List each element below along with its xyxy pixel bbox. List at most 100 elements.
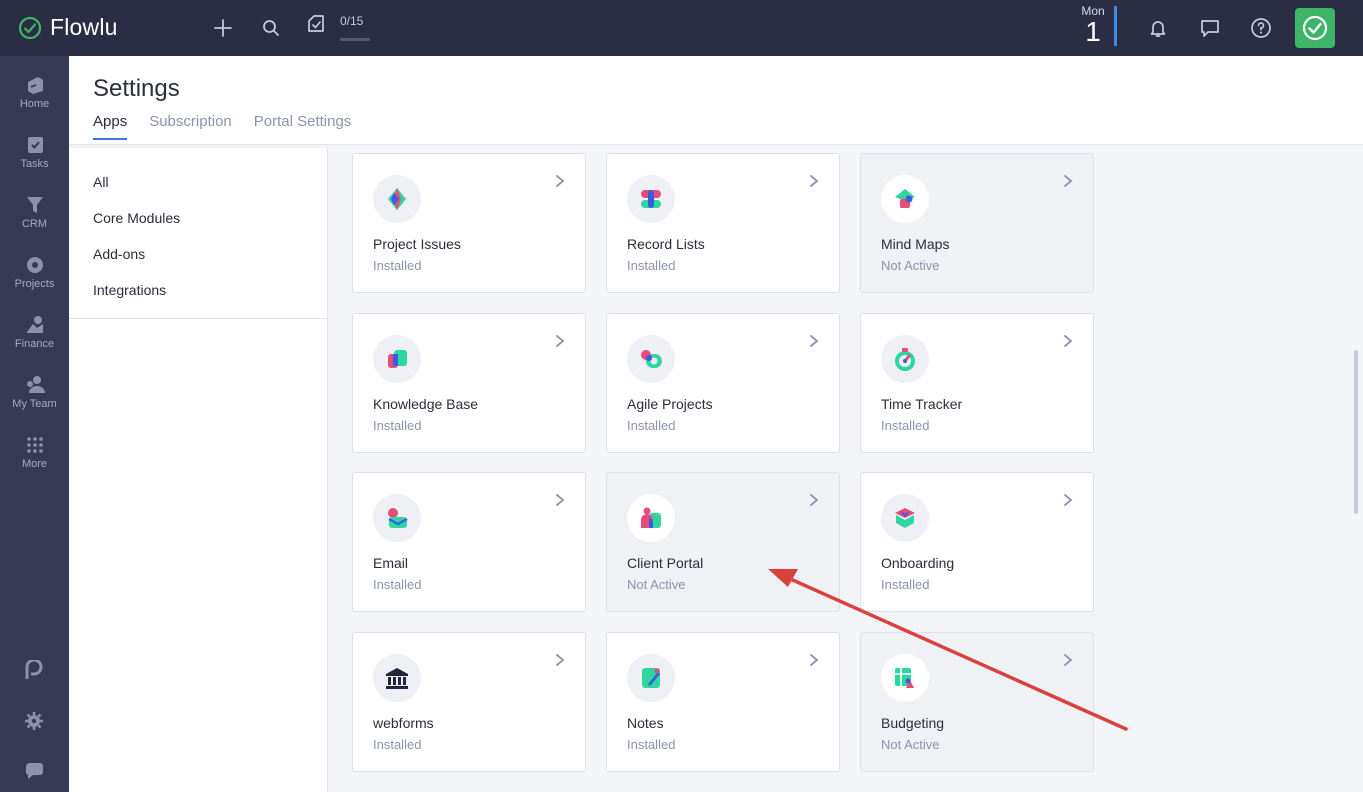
sidebar-item-label: Home	[19, 98, 50, 110]
onboarding-rocket-icon[interactable]	[304, 12, 328, 36]
main-scrollbar[interactable]	[1354, 350, 1358, 514]
top-bar: Flowlu 0/15 Mon 1	[0, 0, 1363, 56]
app-card-knowledge-base[interactable]: Knowledge Base Installed	[352, 313, 586, 453]
app-status: Not Active	[881, 737, 940, 752]
help-icon[interactable]	[1249, 16, 1273, 40]
client-portal-app-icon	[627, 494, 675, 542]
chevron-right-icon	[1064, 494, 1073, 506]
time-tracker-app-icon	[881, 335, 929, 383]
date-separator	[1114, 6, 1117, 46]
app-status: Installed	[373, 258, 422, 273]
app-card-client-portal[interactable]: Client Portal Not Active	[606, 472, 840, 612]
sidebar-item-label: Finance	[14, 338, 55, 350]
app-card-record-lists[interactable]: Record Lists Installed	[606, 153, 840, 293]
app-card-budgeting[interactable]: Budgeting Not Active	[860, 632, 1094, 772]
app-card-project-issues[interactable]: Project Issues Installed	[352, 153, 586, 293]
tab-subscription[interactable]: Subscription	[149, 113, 232, 140]
task-check-button[interactable]	[1295, 8, 1335, 48]
tab-apps[interactable]: Apps	[93, 113, 128, 140]
page-title: Settings	[93, 75, 180, 102]
record-lists-app-icon	[627, 175, 675, 223]
chevron-right-icon	[556, 654, 565, 666]
app-status: Not Active	[881, 258, 940, 273]
app-card-agile-projects[interactable]: Agile Projects Installed	[606, 313, 840, 453]
sidebar-item-more[interactable]: More	[0, 420, 69, 476]
notes-app-icon	[627, 654, 675, 702]
agile-projects-app-icon	[627, 335, 675, 383]
onboarding-progress[interactable]: 0/15	[340, 14, 370, 41]
app-name: webforms	[373, 715, 434, 731]
sidebar-item-label: Tasks	[20, 158, 49, 170]
app-name: Record Lists	[627, 236, 705, 252]
feedback-icon[interactable]	[23, 760, 45, 782]
tasks-icon	[27, 137, 43, 153]
filter-integrations[interactable]: Integrations	[93, 282, 166, 298]
app-name: Onboarding	[881, 555, 955, 571]
filter-core-modules[interactable]: Core Modules	[93, 210, 180, 226]
project-issues-app-icon	[373, 175, 421, 223]
bell-icon[interactable]	[1146, 16, 1170, 40]
progress-text: 0/15	[340, 14, 364, 28]
filter-list: All Core Modules Add-ons Integrations	[69, 148, 328, 319]
main-sidebar: Home Tasks CRM Projects Finance My Team …	[0, 56, 69, 792]
search-icon[interactable]	[259, 16, 283, 40]
chevron-right-icon	[1064, 335, 1073, 347]
sidebar-item-label: More	[21, 458, 48, 470]
sidebar-item-label: Projects	[14, 278, 55, 290]
sidebar-item-finance[interactable]: Finance	[0, 300, 69, 356]
app-status: Installed	[627, 737, 676, 752]
app-status: Installed	[627, 258, 676, 273]
app-card-time-tracker[interactable]: Time Tracker Installed	[860, 313, 1094, 453]
chevron-right-icon	[1064, 654, 1073, 666]
check-icon	[1302, 15, 1328, 41]
app-card-email[interactable]: Email Installed	[352, 472, 586, 612]
tab-portal-settings[interactable]: Portal Settings	[254, 113, 352, 140]
chevron-right-icon	[810, 335, 819, 347]
app-name: Email	[373, 555, 409, 571]
knowledge-base-app-icon	[373, 335, 421, 383]
logo-text: Flowlu	[50, 14, 118, 40]
app-status: Installed	[373, 737, 422, 752]
app-status: Installed	[881, 418, 930, 433]
chevron-right-icon	[556, 175, 565, 187]
app-card-notes[interactable]: Notes Installed	[606, 632, 840, 772]
app-status: Installed	[881, 577, 930, 592]
chevron-right-icon	[556, 494, 565, 506]
chevron-right-icon	[1064, 175, 1073, 187]
app-name: Knowledge Base	[373, 396, 479, 412]
progress-track	[340, 38, 370, 41]
app-status: Not Active	[627, 577, 686, 592]
mind-maps-app-icon	[881, 175, 929, 223]
app-name: Time Tracker	[881, 396, 963, 412]
bank-building-icon	[373, 654, 421, 702]
app-name: Client Portal	[627, 555, 704, 571]
sidebar-item-tasks[interactable]: Tasks	[0, 120, 69, 176]
team-icon	[26, 376, 45, 393]
sidebar-item-home[interactable]: Home	[0, 60, 69, 116]
app-name: Project Issues	[373, 236, 461, 252]
chevron-right-icon	[810, 175, 819, 187]
sidebar-item-crm[interactable]: CRM	[0, 180, 69, 236]
app-status: Installed	[373, 577, 422, 592]
app-card-onboarding[interactable]: Onboarding Installed	[860, 472, 1094, 612]
sidebar-item-projects[interactable]: Projects	[0, 240, 69, 296]
date-widget[interactable]: Mon 1	[1078, 4, 1108, 46]
settings-header: Settings Apps Subscription Portal Settin…	[69, 56, 1363, 145]
finance-icon	[26, 316, 43, 333]
sidebar-item-my-team[interactable]: My Team	[0, 360, 69, 416]
projects-icon	[26, 257, 43, 273]
chevron-right-icon	[810, 654, 819, 666]
settings-gear-icon[interactable]	[23, 710, 45, 732]
budgeting-app-icon	[881, 654, 929, 702]
flowlu-logo[interactable]: Flowlu	[18, 14, 118, 41]
marketplace-icon[interactable]	[23, 660, 45, 682]
onboarding-app-icon	[881, 494, 929, 542]
date-number: 1	[1085, 16, 1101, 47]
app-card-webforms[interactable]: webforms Installed	[352, 632, 586, 772]
app-card-mind-maps[interactable]: Mind Maps Not Active	[860, 153, 1094, 293]
app-name: Mind Maps	[881, 236, 950, 252]
chat-icon[interactable]	[1198, 16, 1222, 40]
filter-add-ons[interactable]: Add-ons	[93, 246, 145, 262]
filter-all[interactable]: All	[93, 174, 109, 190]
add-icon[interactable]	[211, 16, 235, 40]
